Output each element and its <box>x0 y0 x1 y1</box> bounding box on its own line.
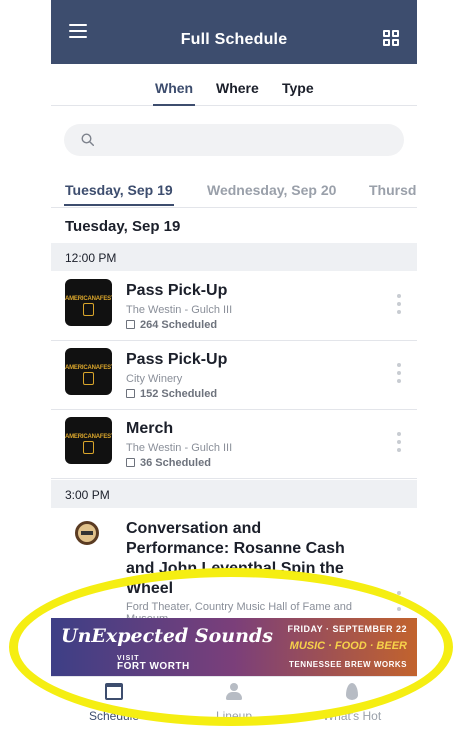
event-location: The Westin - Gulch III <box>126 442 233 454</box>
americanafest-logo: AMERICANAFEST <box>65 348 112 395</box>
jar-icon <box>83 441 94 454</box>
search-bar[interactable] <box>64 124 404 156</box>
jar-icon <box>83 303 94 316</box>
people-icon <box>223 683 245 700</box>
ad-tagline: MUSIC · FOOD · BEER <box>289 640 407 652</box>
event-name: Merch <box>126 420 174 437</box>
filter-tabs: When Where Type <box>51 64 417 106</box>
scheduled-text: 36 Scheduled <box>140 457 211 469</box>
country-music-hall-logo <box>75 521 99 545</box>
calendar-icon <box>105 683 123 700</box>
calendar-icon <box>126 320 135 329</box>
calendar-icon <box>126 458 135 467</box>
search-icon <box>81 133 94 146</box>
bottom-navigation: Schedule Lineup What's Hot <box>51 676 417 732</box>
date-tab-thursday[interactable]: Thursd <box>369 182 416 198</box>
page-title: Full Schedule <box>180 31 288 48</box>
scheduled-count: 36 Scheduled <box>126 457 211 469</box>
jar-icon <box>83 372 94 385</box>
time-group-header: 3:00 PM <box>51 480 417 508</box>
nav-schedule[interactable]: Schedule <box>59 683 169 723</box>
fort-worth-label: FORT WORTH <box>117 661 190 672</box>
more-options-icon[interactable] <box>397 432 401 452</box>
americanafest-logo: AMERICANAFEST <box>65 279 112 326</box>
app-bar: Full Schedule <box>51 0 417 64</box>
grid-view-icon[interactable] <box>383 30 399 46</box>
scheduled-count: 264 Scheduled <box>126 319 217 331</box>
event-row[interactable]: AMERICANAFEST Pass Pick-Up City Winery 1… <box>51 341 417 410</box>
search-input[interactable] <box>104 124 384 156</box>
event-row[interactable]: Conversation and Performance: Rosanne Ca… <box>51 509 417 625</box>
ad-banner[interactable]: UnExpected Sounds VISIT FORT WORTH FRIDA… <box>51 618 417 676</box>
nav-whats-hot[interactable]: What's Hot <box>297 683 407 723</box>
logo-text: AMERICANAFEST <box>65 365 112 371</box>
nav-label: What's Hot <box>322 709 382 723</box>
more-options-icon[interactable] <box>397 591 401 611</box>
logo-text: AMERICANAFEST <box>65 296 112 302</box>
nav-label: Lineup <box>215 709 253 723</box>
more-options-icon[interactable] <box>397 294 401 314</box>
tab-where[interactable]: Where <box>216 80 259 96</box>
more-options-icon[interactable] <box>397 363 401 383</box>
americanafest-logo: AMERICANAFEST <box>65 417 112 464</box>
flame-icon <box>346 683 358 700</box>
time-label: 3:00 PM <box>65 488 110 502</box>
scheduled-text: 152 Scheduled <box>140 388 218 400</box>
time-label: 12:00 PM <box>65 251 117 265</box>
scheduled-count: 152 Scheduled <box>126 388 217 400</box>
event-name: Conversation and Performance: Rosanne Ca… <box>126 520 345 597</box>
day-heading: Tuesday, Sep 19 <box>65 218 181 235</box>
scheduled-text: 264 Scheduled <box>140 319 218 331</box>
event-row[interactable]: AMERICANAFEST Pass Pick-Up The Westin - … <box>51 272 417 341</box>
date-tab-wednesday[interactable]: Wednesday, Sep 20 <box>207 182 336 198</box>
tab-type[interactable]: Type <box>282 80 314 96</box>
logo-text: AMERICANAFEST <box>65 434 112 440</box>
visit-fort-worth-logo: VISIT FORT WORTH <box>117 655 190 672</box>
event-location: City Winery <box>126 373 183 385</box>
ad-date: FRIDAY · SEPTEMBER 22 <box>287 624 407 634</box>
nav-lineup[interactable]: Lineup <box>179 683 289 723</box>
event-location: The Westin - Gulch III <box>126 304 233 316</box>
date-tabs: Tuesday, Sep 19 Wednesday, Sep 20 Thursd <box>51 172 417 208</box>
calendar-icon <box>126 389 135 398</box>
event-name: Pass Pick-Up <box>126 351 228 368</box>
ad-headline: UnExpected Sounds <box>61 625 273 647</box>
tab-when[interactable]: When <box>152 80 196 106</box>
event-row[interactable]: AMERICANAFEST Merch The Westin - Gulch I… <box>51 410 417 479</box>
date-tab-tuesday[interactable]: Tuesday, Sep 19 <box>64 182 174 206</box>
time-group-header: 12:00 PM <box>51 243 417 271</box>
app-screen: Full Schedule When Where Type Tuesday, S… <box>51 0 417 732</box>
ad-sponsor: TENNESSEE BREW WORKS <box>288 660 407 669</box>
event-name: Pass Pick-Up <box>126 282 228 299</box>
nav-label: Schedule <box>88 709 140 723</box>
